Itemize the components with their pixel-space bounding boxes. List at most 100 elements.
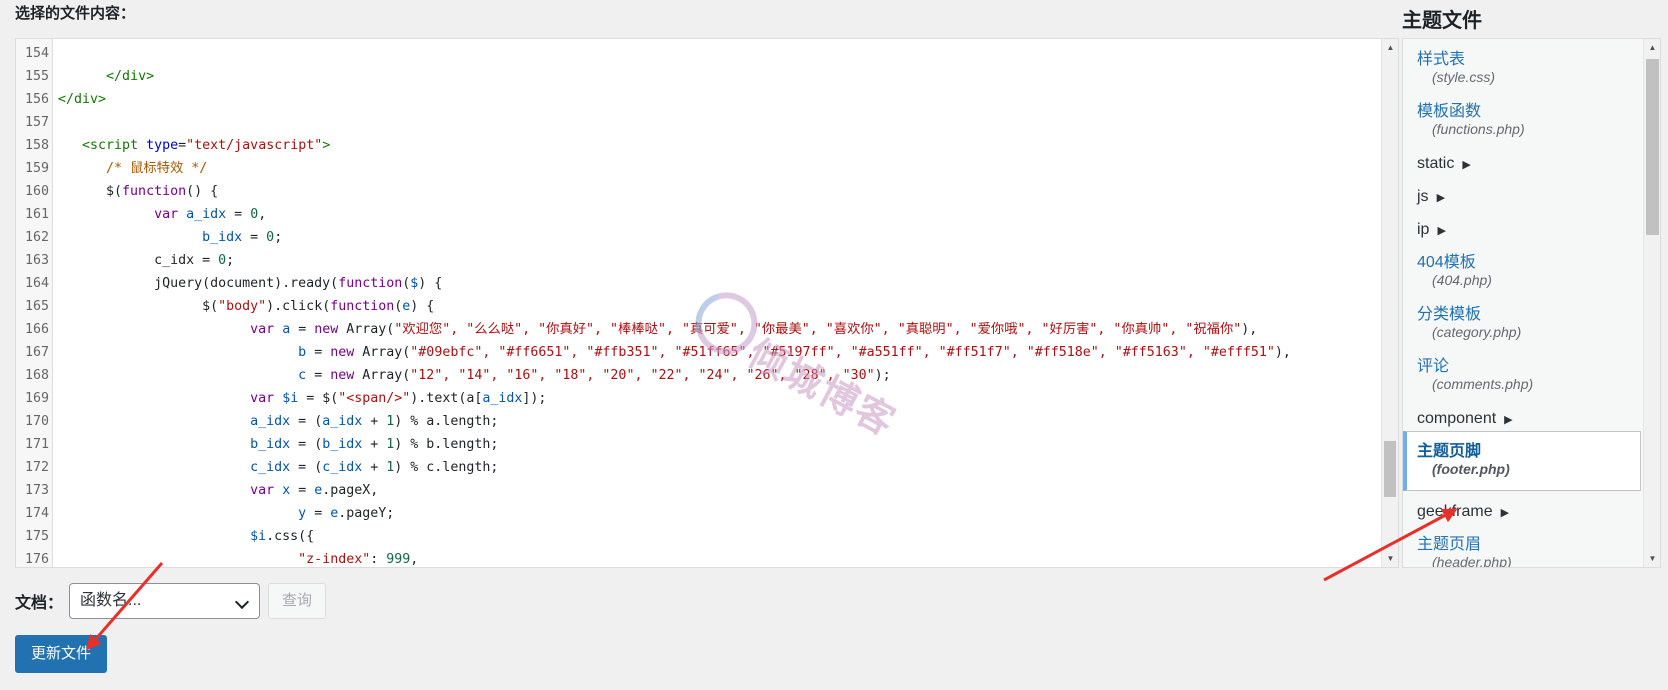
line-number: 159 bbox=[24, 161, 49, 176]
line-number: 163 bbox=[24, 253, 49, 268]
code-token: 0 bbox=[218, 253, 227, 268]
code-token: $( bbox=[58, 184, 123, 199]
code-token: <script bbox=[82, 138, 139, 153]
code-token: type bbox=[146, 138, 179, 153]
code-token: ) % a.length; bbox=[394, 414, 499, 429]
code-token: var bbox=[154, 207, 179, 222]
code-text: $(function() { bbox=[58, 180, 218, 203]
file-link[interactable]: 模板函数 bbox=[1417, 97, 1481, 121]
line-number: 171 bbox=[24, 437, 49, 452]
scroll-down-arrow-icon[interactable]: ▼ bbox=[1644, 550, 1660, 567]
code-token: $i bbox=[282, 391, 299, 406]
line-number: 162 bbox=[24, 230, 49, 245]
code-token: = ( bbox=[290, 460, 323, 475]
code-token: a_idx bbox=[186, 207, 227, 222]
code-text: c_idx = 0; bbox=[58, 249, 234, 272]
code-token: 0 bbox=[250, 207, 259, 222]
line-number: 158 bbox=[24, 138, 49, 153]
code-token: ) { bbox=[410, 299, 435, 314]
code-token: ).click( bbox=[266, 299, 331, 314]
code-token: + bbox=[362, 414, 387, 429]
function-name-select[interactable]: 函数名... bbox=[69, 583, 260, 619]
code-token: Array( bbox=[338, 322, 395, 337]
code-token: new bbox=[314, 322, 339, 337]
file-link[interactable]: 评论 bbox=[1417, 352, 1449, 376]
line-number: 168 bbox=[24, 368, 49, 383]
code-token: = bbox=[290, 322, 315, 337]
code-token: ]); bbox=[522, 391, 547, 406]
code-token: /* 鼠标特效 */ bbox=[106, 161, 208, 176]
code-editor[interactable]: 154 155 </div> 156 </div> 157 158 <script typ… bbox=[15, 38, 1399, 568]
code-token: "<span/>" bbox=[338, 391, 411, 406]
code-token: > bbox=[322, 138, 331, 153]
line-number: 169 bbox=[24, 391, 49, 406]
file-link[interactable]: 主题页脚 bbox=[1417, 437, 1481, 461]
file-link[interactable]: 404模板 bbox=[1417, 248, 1476, 272]
scroll-up-arrow-icon[interactable]: ▲ bbox=[1644, 39, 1660, 56]
code-token: 0 bbox=[266, 230, 275, 245]
editor-scrollbar-thumb[interactable] bbox=[1384, 441, 1396, 497]
code-token: b bbox=[298, 345, 307, 360]
scroll-up-arrow-icon[interactable]: ▲ bbox=[1382, 39, 1398, 56]
code-token: a bbox=[282, 322, 291, 337]
caret-right-icon: ▶ bbox=[1462, 159, 1471, 171]
code-token: function bbox=[330, 299, 395, 314]
code-text: b_idx = 0; bbox=[58, 226, 282, 249]
file-list-scrollbar-thumb[interactable] bbox=[1646, 59, 1659, 235]
code-token: $( bbox=[58, 299, 219, 314]
code-text: /* 鼠标特效 */ bbox=[58, 157, 207, 180]
line-number: 155 bbox=[24, 69, 49, 84]
code-token: "z-index" bbox=[298, 552, 371, 567]
editor-scrollbar[interactable]: ▲ ▼ bbox=[1381, 39, 1398, 567]
code-token: c_idx = bbox=[58, 253, 219, 268]
code-text: c_idx = (c_idx + 1) % c.length; bbox=[58, 456, 498, 479]
caret-right-icon: ▶ bbox=[1504, 414, 1513, 426]
update-file-button[interactable]: 更新文件 bbox=[15, 635, 107, 673]
code-token: c bbox=[298, 368, 307, 383]
code-text: b_idx = (b_idx + 1) % b.length; bbox=[58, 433, 498, 456]
code-text: y = e.pageY; bbox=[58, 502, 394, 525]
code-text: b = new Array("#09ebfc", "#ff6651", "#ff… bbox=[58, 341, 1291, 364]
code-token: $i bbox=[250, 529, 267, 544]
theme-file-list: 样式表 (style.css) 模板函数 (functions.php) static ▶… bbox=[1402, 38, 1661, 568]
code-token: b_idx bbox=[322, 437, 363, 452]
scroll-down-arrow-icon[interactable]: ▼ bbox=[1382, 550, 1398, 567]
code-text: var x = e.pageX, bbox=[58, 479, 378, 502]
code-token: + bbox=[362, 460, 387, 475]
code-token: , bbox=[258, 207, 267, 222]
code-text: a_idx = (a_idx + 1) % a.length; bbox=[58, 410, 498, 433]
code-token: c_idx bbox=[250, 460, 291, 475]
file-link[interactable]: 样式表 bbox=[1417, 45, 1465, 69]
function-name-select-value: 函数名... bbox=[80, 592, 142, 609]
file-list-scrollbar[interactable]: ▲ ▼ bbox=[1643, 39, 1660, 567]
code-token: a_idx bbox=[482, 391, 523, 406]
code-token: function bbox=[122, 184, 187, 199]
line-number: 170 bbox=[24, 414, 49, 429]
lookup-button[interactable]: 查询 bbox=[268, 583, 326, 619]
line-number: 160 bbox=[24, 184, 49, 199]
code-token: Array( bbox=[354, 345, 411, 360]
line-number: 164 bbox=[24, 276, 49, 291]
folder-label: component bbox=[1417, 410, 1497, 427]
code-token: </div> bbox=[58, 92, 107, 107]
line-number: 167 bbox=[24, 345, 49, 360]
code-text: var a = new Array("欢迎您", "么么哒", "你真好", "… bbox=[58, 318, 1257, 341]
file-item-9[interactable]: 主题页脚 (footer.php) bbox=[1403, 431, 1641, 491]
code-token: () { bbox=[186, 184, 219, 199]
code-text: "z-index": 999, bbox=[58, 548, 418, 567]
file-link[interactable]: 主题页眉 bbox=[1417, 530, 1481, 554]
line-number: 166 bbox=[24, 322, 49, 337]
file-link[interactable]: 分类模板 bbox=[1417, 300, 1481, 324]
line-number: 172 bbox=[24, 460, 49, 475]
code-token: : bbox=[370, 552, 387, 567]
code-token: = $( bbox=[298, 391, 339, 406]
